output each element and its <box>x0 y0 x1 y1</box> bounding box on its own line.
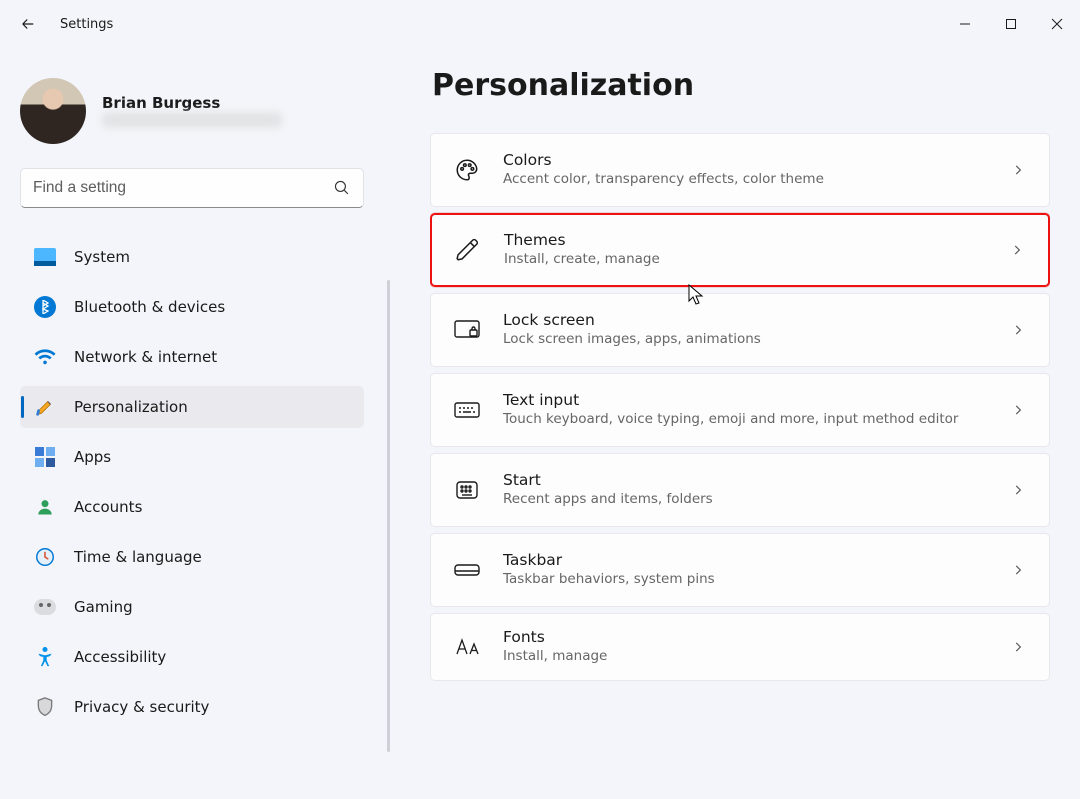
palette-icon <box>453 156 481 184</box>
person-icon <box>34 496 56 518</box>
apps-icon <box>34 446 56 468</box>
start-menu-icon <box>453 476 481 504</box>
chevron-right-icon <box>1011 482 1027 498</box>
sidebar-item-label: Accessibility <box>74 648 166 666</box>
keyboard-icon <box>453 396 481 424</box>
app-title: Settings <box>60 17 113 32</box>
shield-icon <box>34 696 56 718</box>
sidebar-item-label: Network & internet <box>74 348 217 366</box>
card-subtitle: Install, create, manage <box>504 251 1010 269</box>
maximize-button[interactable] <box>988 8 1034 40</box>
wifi-icon <box>34 346 56 368</box>
profile-name: Brian Burgess <box>102 94 282 112</box>
card-subtitle: Touch keyboard, voice typing, emoji and … <box>503 411 1011 429</box>
chevron-right-icon <box>1010 242 1026 258</box>
paintbrush-icon <box>34 396 56 418</box>
window-controls <box>942 8 1080 40</box>
taskbar-icon <box>453 556 481 584</box>
sidebar-item-apps[interactable]: Apps <box>20 436 364 478</box>
sidebar-item-accounts[interactable]: Accounts <box>20 486 364 528</box>
nav-list: System Bluetooth & devices Network & int… <box>20 236 364 728</box>
system-icon <box>34 246 56 268</box>
sidebar-item-label: System <box>74 248 130 266</box>
sidebar-item-label: Personalization <box>74 398 188 416</box>
sidebar-item-label: Gaming <box>74 598 133 616</box>
gamepad-icon <box>34 596 56 618</box>
chevron-right-icon <box>1011 562 1027 578</box>
page-title: Personalization <box>432 68 1050 103</box>
card-subtitle: Accent color, transparency effects, colo… <box>503 171 1011 189</box>
sidebar-item-privacy[interactable]: Privacy & security <box>20 686 364 728</box>
sidebar: Brian Burgess System Bluetooth & devices <box>0 48 390 799</box>
card-title: Start <box>503 471 1011 489</box>
card-subtitle: Recent apps and items, folders <box>503 491 1011 509</box>
profile-email-blurred <box>102 112 282 128</box>
fonts-icon <box>453 633 481 661</box>
chevron-right-icon <box>1011 322 1027 338</box>
card-themes[interactable]: Themes Install, create, manage <box>430 213 1050 287</box>
card-title: Themes <box>504 231 1010 249</box>
sidebar-item-gaming[interactable]: Gaming <box>20 586 364 628</box>
pen-icon <box>454 236 482 264</box>
card-subtitle: Install, manage <box>503 648 1011 666</box>
sidebar-item-system[interactable]: System <box>20 236 364 278</box>
sidebar-item-label: Privacy & security <box>74 698 209 716</box>
card-text-input[interactable]: Text input Touch keyboard, voice typing,… <box>430 373 1050 447</box>
sidebar-item-time[interactable]: Time & language <box>20 536 364 578</box>
card-subtitle: Lock screen images, apps, animations <box>503 331 1011 349</box>
search-box[interactable] <box>20 168 364 208</box>
sidebar-item-accessibility[interactable]: Accessibility <box>20 636 364 678</box>
card-taskbar[interactable]: Taskbar Taskbar behaviors, system pins <box>430 533 1050 607</box>
card-title: Taskbar <box>503 551 1011 569</box>
sidebar-item-personalization[interactable]: Personalization <box>20 386 364 428</box>
sidebar-item-bluetooth[interactable]: Bluetooth & devices <box>20 286 364 328</box>
card-title: Fonts <box>503 628 1011 646</box>
back-button[interactable] <box>18 14 38 34</box>
titlebar: Settings <box>0 0 1080 48</box>
sidebar-item-label: Bluetooth & devices <box>74 298 225 316</box>
card-fonts[interactable]: Fonts Install, manage <box>430 613 1050 681</box>
bluetooth-icon <box>34 296 56 318</box>
card-subtitle: Taskbar behaviors, system pins <box>503 571 1011 589</box>
sidebar-scrollbar[interactable] <box>387 280 390 752</box>
chevron-right-icon <box>1011 162 1027 178</box>
accessibility-icon <box>34 646 56 668</box>
avatar <box>20 78 86 144</box>
card-title: Colors <box>503 151 1011 169</box>
card-start[interactable]: Start Recent apps and items, folders <box>430 453 1050 527</box>
card-lock-screen[interactable]: Lock screen Lock screen images, apps, an… <box>430 293 1050 367</box>
search-icon <box>333 179 351 197</box>
minimize-button[interactable] <box>942 8 988 40</box>
search-input[interactable] <box>33 179 333 197</box>
card-colors[interactable]: Colors Accent color, transparency effect… <box>430 133 1050 207</box>
sidebar-item-label: Time & language <box>74 548 202 566</box>
sidebar-item-label: Accounts <box>74 498 142 516</box>
card-title: Text input <box>503 391 1011 409</box>
lock-screen-icon <box>453 316 481 344</box>
main-content: Personalization Colors Accent color, tra… <box>390 48 1080 799</box>
chevron-right-icon <box>1011 639 1027 655</box>
card-title: Lock screen <box>503 311 1011 329</box>
clock-globe-icon <box>34 546 56 568</box>
sidebar-item-label: Apps <box>74 448 111 466</box>
profile-block[interactable]: Brian Burgess <box>20 78 390 144</box>
close-button[interactable] <box>1034 8 1080 40</box>
chevron-right-icon <box>1011 402 1027 418</box>
sidebar-item-network[interactable]: Network & internet <box>20 336 364 378</box>
